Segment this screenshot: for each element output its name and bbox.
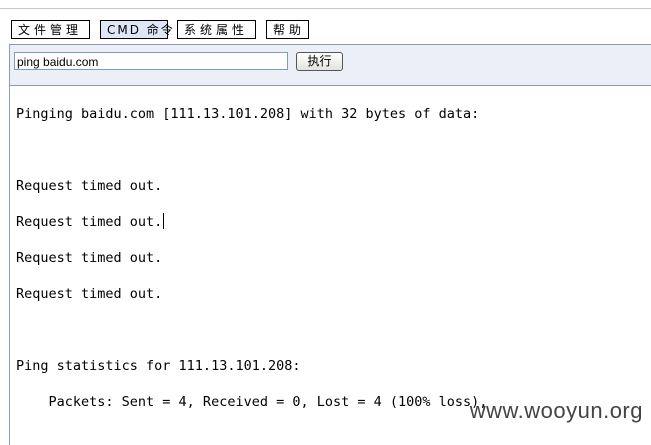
top-divider — [0, 8, 651, 9]
tab-cmd[interactable]: CMD 命令 — [100, 20, 173, 39]
output-line: Request timed out. — [16, 213, 165, 231]
tab-help[interactable]: 帮助 — [266, 20, 309, 39]
tab-system-properties[interactable]: 系统属性 — [177, 20, 256, 39]
output-line-text: Request timed out. — [16, 214, 163, 230]
command-bar: ping baidu.com 执行 — [10, 45, 651, 86]
tab-file-manager[interactable]: 文件管理 — [11, 20, 90, 39]
output-line: Request timed out. — [16, 286, 163, 302]
output-line: Ping statistics for 111.13.101.208: — [16, 358, 301, 374]
output-line: Request timed out. — [16, 178, 163, 194]
output-line: Pinging baidu.com [111.13.101.208] with … — [16, 106, 480, 122]
output-line: Packets: Sent = 4, Received = 0, Lost = … — [16, 394, 488, 410]
command-input[interactable]: ping baidu.com — [14, 52, 288, 70]
watermark: www.wooyun.org — [469, 398, 643, 423]
output-line: Request timed out. — [16, 250, 163, 266]
execute-button[interactable]: 执行 — [296, 52, 343, 71]
text-caret — [163, 213, 165, 229]
cmd-panel: ping baidu.com 执行 Pinging baidu.com [111… — [9, 44, 651, 445]
